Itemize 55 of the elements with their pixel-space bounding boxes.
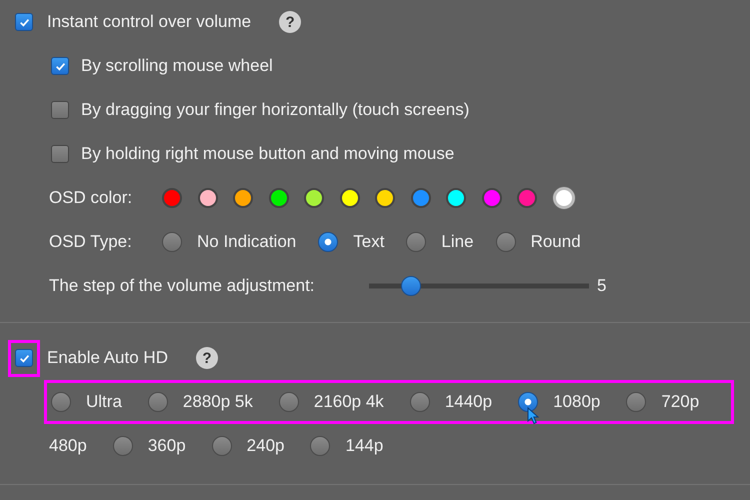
- radio-button[interactable]: [112, 436, 133, 456]
- radio-button[interactable]: [51, 392, 71, 412]
- color-swatch[interactable]: [482, 188, 502, 208]
- checkbox[interactable]: [51, 57, 69, 75]
- color-swatch[interactable]: [552, 186, 574, 208]
- color-swatch[interactable]: [446, 188, 466, 208]
- option-label: By scrolling mouse wheel: [81, 56, 273, 76]
- checkbox[interactable]: [15, 349, 33, 367]
- radio-button[interactable]: [278, 392, 299, 412]
- radio-button[interactable]: [318, 232, 338, 252]
- radio-label: 1080p: [553, 392, 600, 412]
- radio-button[interactable]: [310, 436, 330, 456]
- radio-label: 2880p 5k: [182, 392, 253, 412]
- checkbox[interactable]: [51, 145, 69, 163]
- help-button[interactable]: ?: [196, 347, 218, 369]
- option-label: Instant control over volume: [47, 12, 252, 32]
- color-swatch[interactable]: [198, 188, 218, 208]
- color-swatch[interactable]: [268, 188, 288, 208]
- radio-label: 720p: [661, 392, 700, 412]
- help-button[interactable]: ?: [279, 11, 302, 33]
- radio-button[interactable]: [212, 436, 232, 456]
- radio-label: 360p: [148, 436, 186, 456]
- radio-button[interactable]: [410, 392, 430, 412]
- osd-type-label: OSD Type:: [49, 232, 133, 252]
- quality-label: 480p: [49, 436, 87, 456]
- radio-label: Round: [530, 232, 581, 252]
- option-label: Enable Auto HD: [47, 348, 168, 368]
- option-label: By dragging your finger horizontally (touch screens): [81, 100, 470, 120]
- color-swatch[interactable]: [304, 188, 324, 208]
- radio-label: Text: [353, 232, 384, 252]
- color-swatch[interactable]: [410, 188, 430, 208]
- color-swatch[interactable]: [162, 188, 182, 208]
- radio-label: 144p: [345, 436, 384, 456]
- radio-label: 240p: [246, 436, 284, 456]
- radio-label: 2160p 4k: [314, 392, 384, 412]
- radio-button[interactable]: [626, 392, 646, 412]
- color-swatch[interactable]: [517, 188, 537, 208]
- radio-button[interactable]: [148, 392, 168, 412]
- radio-label: No Indication: [197, 232, 296, 252]
- slider-thumb[interactable]: [400, 276, 421, 296]
- radio-button[interactable]: [496, 232, 516, 252]
- radio-button[interactable]: [406, 232, 426, 252]
- checkbox[interactable]: [15, 13, 33, 31]
- color-swatch[interactable]: [233, 188, 253, 208]
- color-swatch[interactable]: [375, 188, 395, 208]
- step-value: 5: [597, 276, 606, 296]
- option-label: By holding right mouse button and moving mouse: [81, 144, 454, 164]
- step-label: The step of the volume adjustment:: [49, 276, 316, 296]
- radio-label: 1440p: [444, 392, 492, 412]
- radio-label: Ultra: [86, 392, 122, 412]
- radio-label: Line: [441, 232, 474, 252]
- color-swatch[interactable]: [340, 188, 360, 208]
- radio-button[interactable]: [162, 232, 182, 252]
- osd-color-label: OSD color:: [49, 188, 134, 208]
- checkbox[interactable]: [51, 101, 69, 119]
